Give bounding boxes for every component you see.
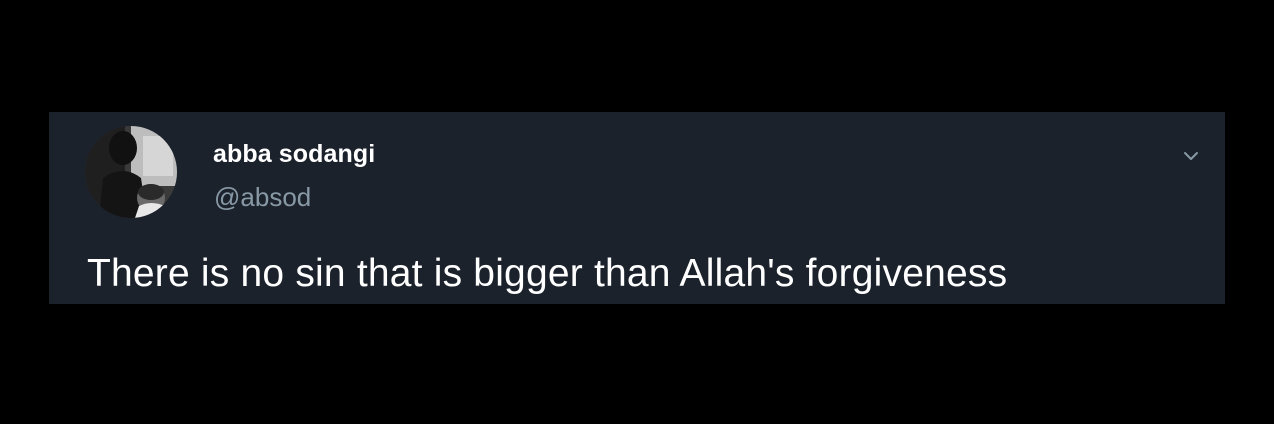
chevron-down-icon <box>1184 152 1198 160</box>
tweet-text: There is no sin that is bigger than Alla… <box>87 252 1008 295</box>
avatar-photo <box>85 126 177 218</box>
tweet-menu-button[interactable] <box>1177 144 1205 168</box>
avatar[interactable] <box>85 126 177 218</box>
author-handle[interactable]: @absod <box>214 182 311 213</box>
author-display-name[interactable]: abba sodangi <box>213 140 375 169</box>
tweet-card[interactable]: abba sodangi @absod There is no sin that… <box>49 112 1225 304</box>
